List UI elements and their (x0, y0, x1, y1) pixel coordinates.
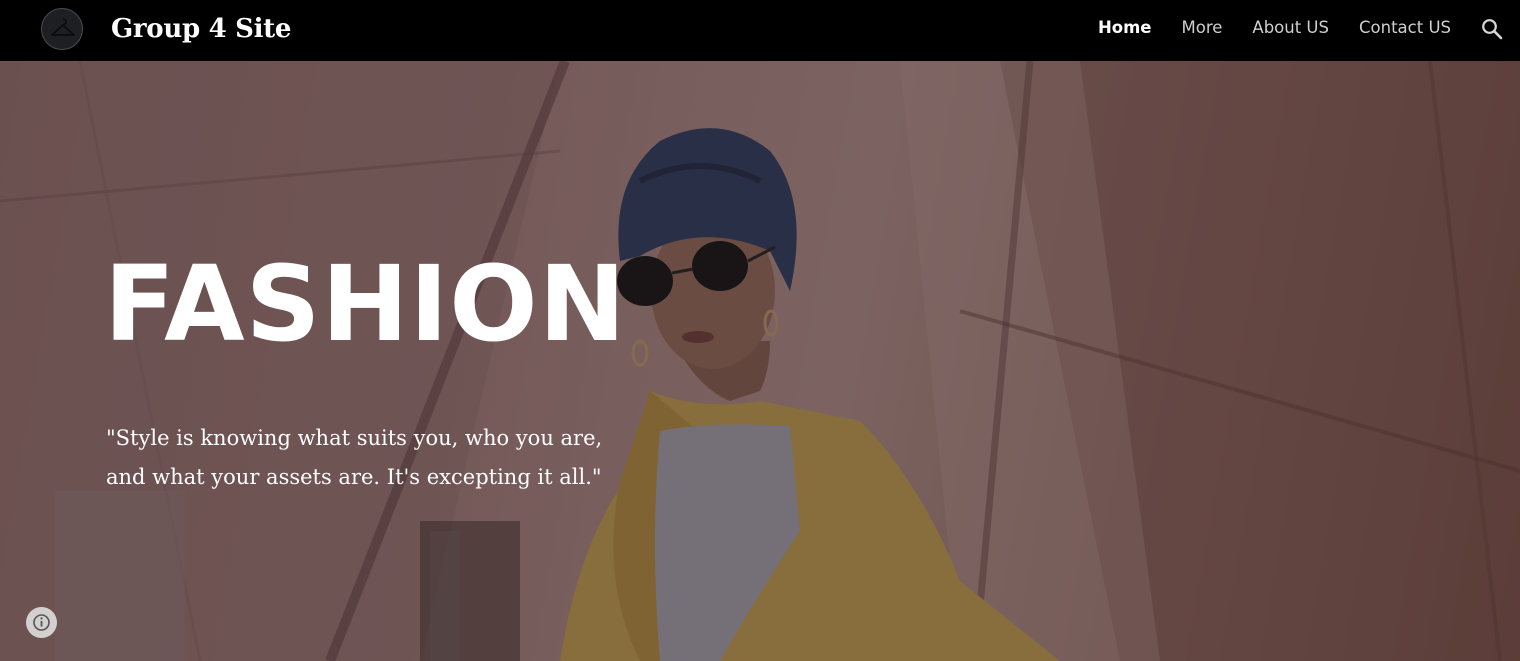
site-header: Group 4 Site Home More About US Contact … (0, 0, 1520, 61)
clothes-hanger-icon (51, 18, 75, 36)
nav-item-about-us[interactable]: About US (1252, 17, 1329, 39)
site-info-button[interactable] (26, 607, 57, 638)
page: Group 4 Site Home More About US Contact … (0, 0, 1520, 661)
nav-item-home[interactable]: Home (1098, 17, 1152, 39)
nav-item-contact-us[interactable]: Contact US (1359, 17, 1451, 39)
hero-banner: FASHION "Style is knowing what suits you… (0, 61, 1520, 661)
main-nav: Home More About US Contact US (1098, 17, 1451, 39)
hero-title: FASHION (104, 243, 627, 365)
search-button[interactable] (1480, 17, 1504, 41)
hero-quote: "Style is knowing what suits you, who yo… (106, 419, 646, 497)
site-title[interactable]: Group 4 Site (111, 10, 291, 48)
nav-item-more[interactable]: More (1182, 17, 1223, 39)
search-icon (1482, 19, 1503, 40)
hero-quote-line-1: "Style is knowing what suits you, who yo… (106, 426, 603, 450)
site-logo[interactable] (41, 8, 83, 50)
hero-quote-line-2: and what your assets are. It's excepting… (106, 465, 602, 489)
info-icon (33, 614, 50, 631)
